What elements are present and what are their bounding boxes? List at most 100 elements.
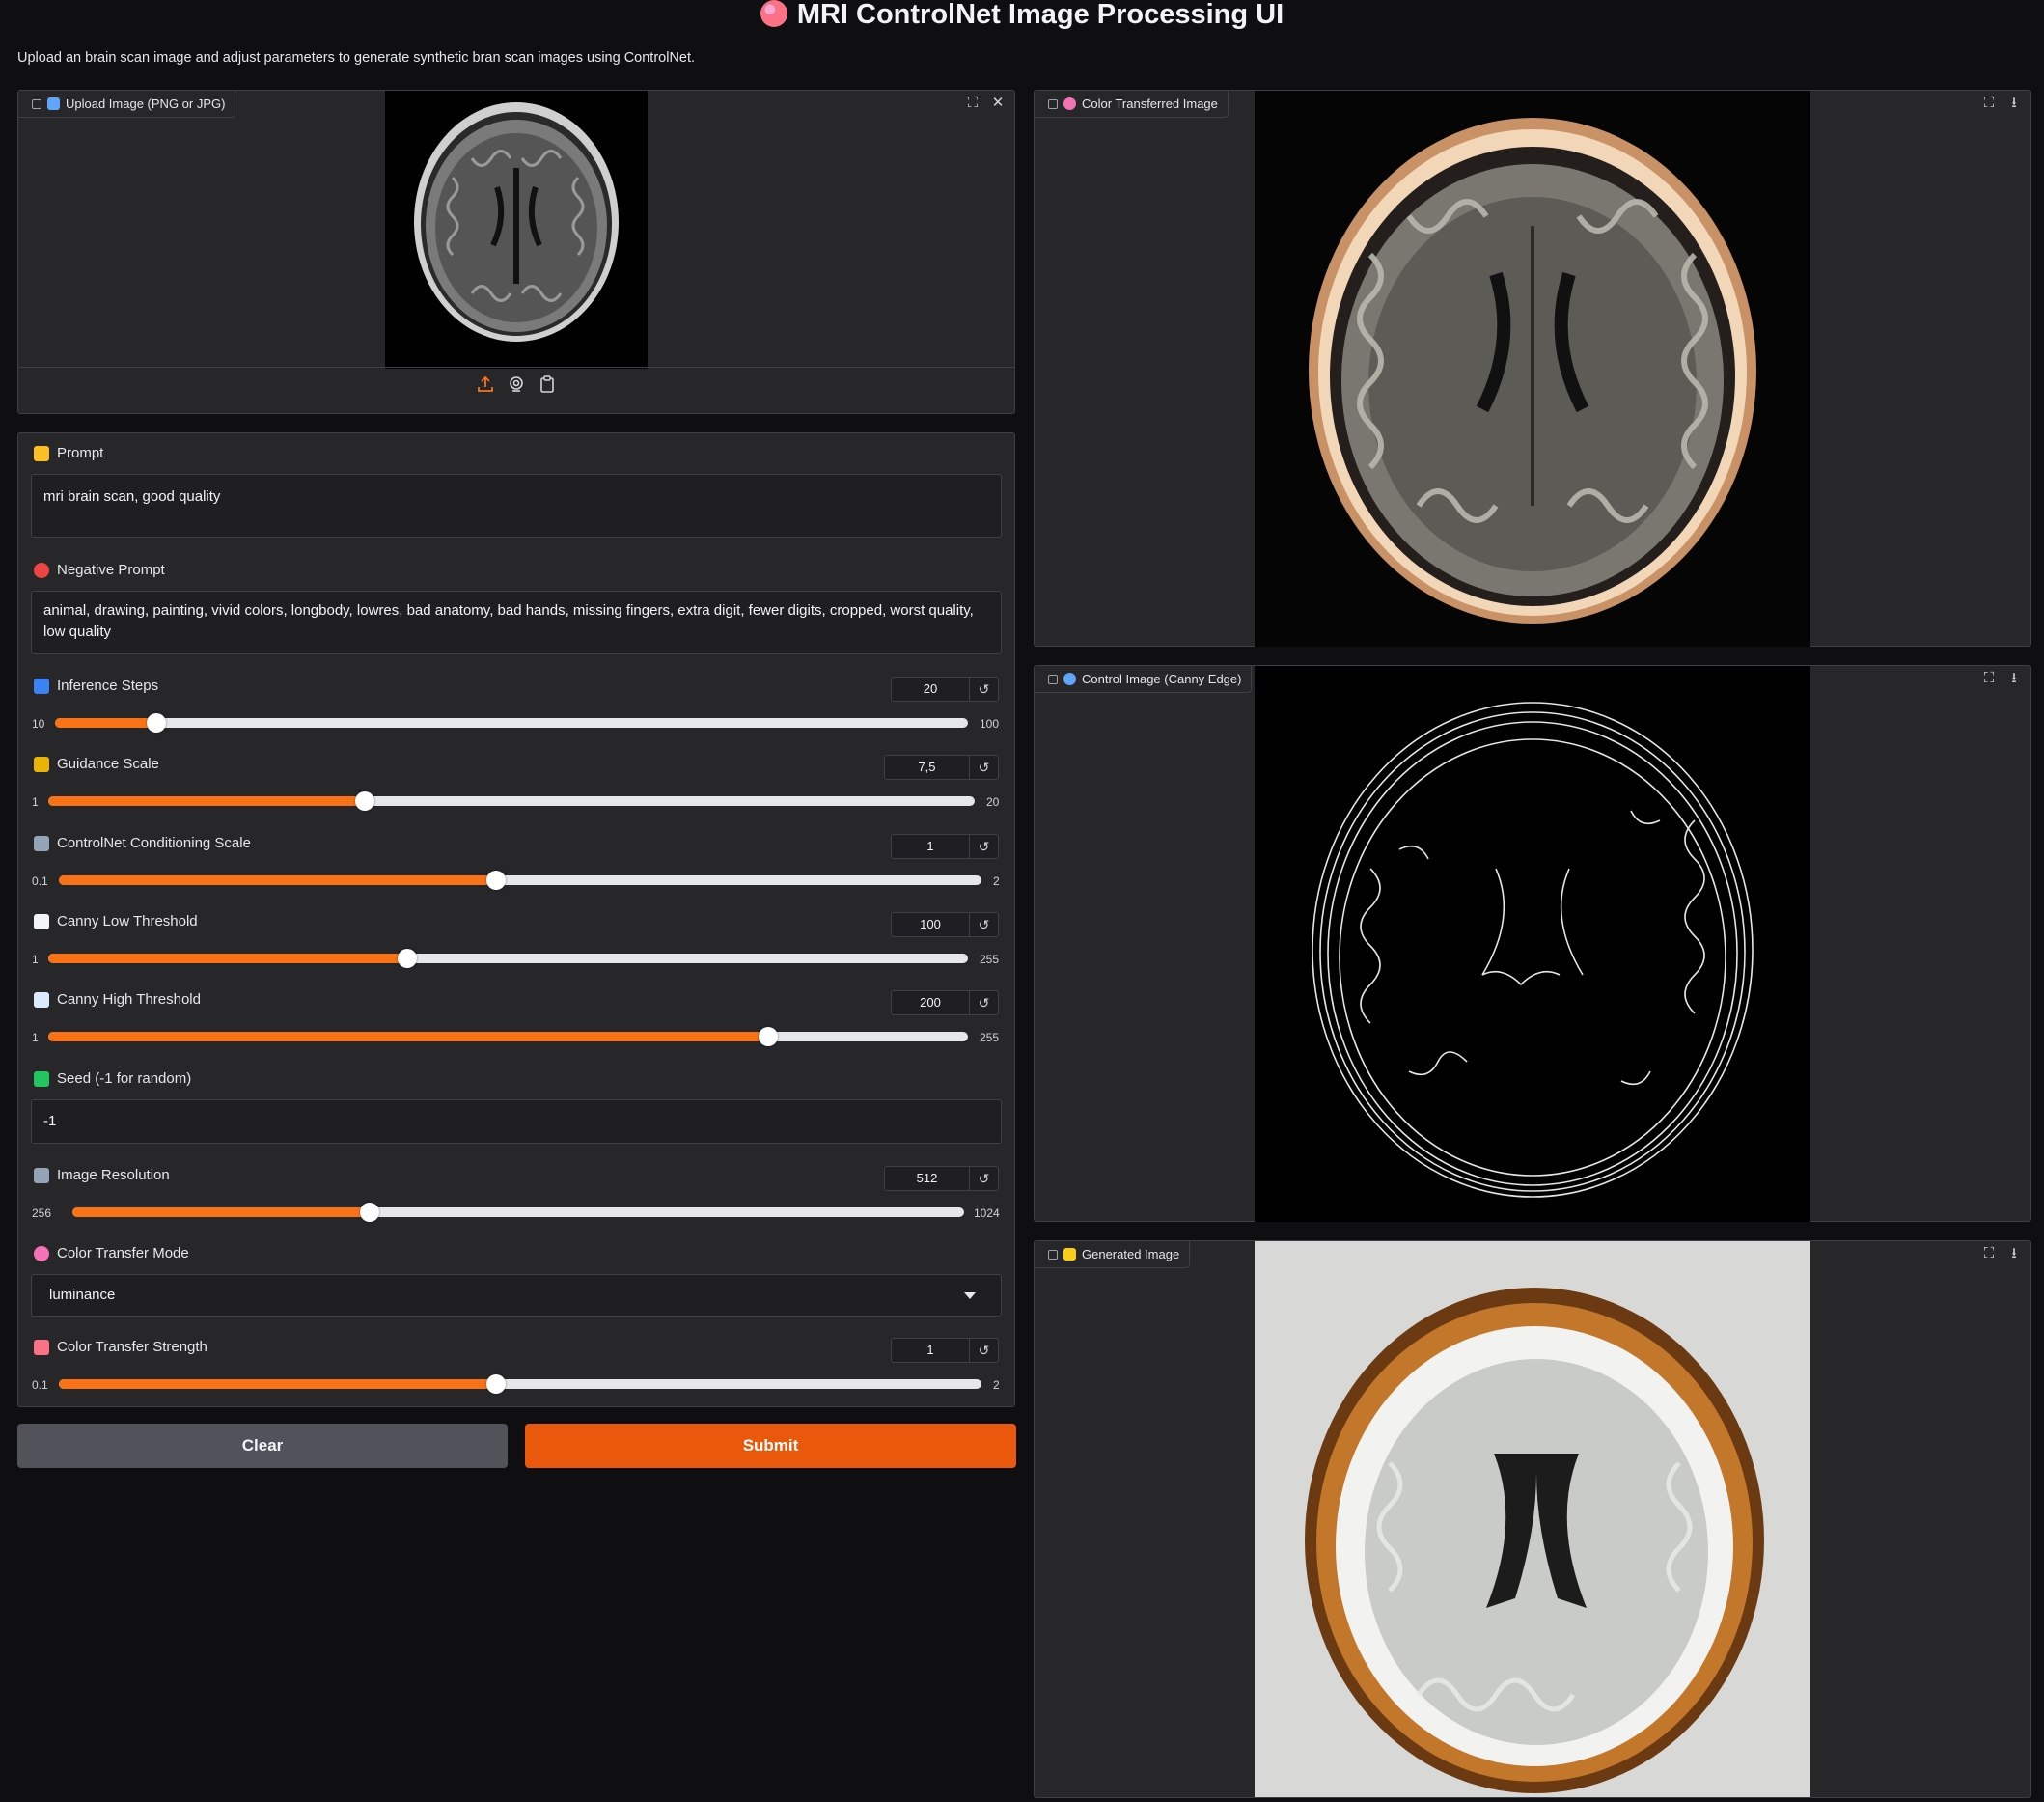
image-resolution-value[interactable]: 512	[885, 1167, 969, 1190]
canny-high-value[interactable]: 200	[892, 991, 969, 1014]
controlnet-scale-max: 2	[993, 874, 1000, 888]
image-resolution-number[interactable]: 512 ↺	[884, 1166, 999, 1191]
writing-hand-icon	[34, 445, 49, 461]
download-icon[interactable]: ⭳	[2005, 95, 2023, 112]
image-resolution-label: Image Resolution	[34, 1167, 170, 1183]
canny-low-label: Canny Low Threshold	[34, 913, 198, 929]
inference-steps-max: 100	[980, 717, 1000, 731]
color-transfer-strength-label-text: Color Transfer Strength	[57, 1339, 207, 1355]
paintbrush-icon	[34, 1339, 49, 1355]
color-transfer-mode-label: Color Transfer Mode	[34, 1245, 189, 1261]
magnifier-icon	[1063, 673, 1076, 685]
controlnet-scale-slider[interactable]	[59, 871, 981, 890]
upload-image-panel[interactable]: Upload Image (PNG or JPG) ⛶ ✕	[17, 90, 1015, 414]
submit-button[interactable]: Submit	[525, 1424, 1016, 1468]
guidance-scale-number[interactable]: 7,5 ↺	[884, 755, 999, 780]
inference-steps-slider-thumb[interactable]	[147, 713, 166, 733]
image-resolution-slider-thumb[interactable]	[359, 1203, 379, 1222]
download-icon[interactable]: ⭳	[2005, 670, 2023, 687]
controlnet-scale-number[interactable]: 1 ↺	[891, 834, 999, 859]
fullscreen-icon[interactable]: ⛶	[1980, 670, 1998, 687]
uploaded-brain-image	[385, 91, 648, 369]
reset-icon[interactable]: ↺	[969, 991, 998, 1014]
reset-icon[interactable]: ↺	[969, 1339, 998, 1362]
canny-low-value[interactable]: 100	[892, 913, 969, 936]
inference-steps-value[interactable]: 20	[892, 678, 969, 701]
canny-low-slider[interactable]	[48, 949, 968, 968]
page-title-text: MRI ControlNet Image Processing UI	[796, 0, 1284, 30]
color-transfer-strength-value[interactable]: 1	[892, 1339, 969, 1362]
guidance-scale-slider-fill	[48, 796, 366, 806]
inference-steps-slider[interactable]	[55, 713, 968, 733]
palette-icon	[760, 0, 787, 27]
reset-icon[interactable]: ↺	[969, 756, 998, 779]
clipboard-icon[interactable]	[539, 375, 556, 393]
canny-high-slider[interactable]	[48, 1027, 968, 1046]
canny-low-slider-fill	[48, 954, 407, 963]
image-resolution-min: 256	[32, 1206, 52, 1220]
seed-label: Seed (-1 for random)	[34, 1070, 191, 1087]
color-transfer-strength-slider-fill	[59, 1379, 497, 1389]
guidance-scale-value[interactable]: 7,5	[885, 756, 969, 779]
inference-steps-number[interactable]: 20 ↺	[891, 677, 999, 702]
fullscreen-icon[interactable]: ⛶	[1980, 1245, 1998, 1262]
image-resolution-slider[interactable]	[72, 1203, 964, 1222]
color-transfer-strength-max: 2	[993, 1378, 1000, 1392]
canny-high-slider-thumb[interactable]	[759, 1027, 779, 1046]
reset-icon[interactable]: ↺	[969, 1167, 998, 1190]
clear-button[interactable]: Clear	[17, 1424, 508, 1468]
close-icon[interactable]: ✕	[989, 95, 1007, 112]
guidance-scale-min: 1	[32, 795, 39, 809]
negative-prompt-input[interactable]: animal, drawing, painting, vivid colors,…	[31, 591, 1002, 654]
numbers-icon	[34, 678, 49, 694]
image-resolution-max: 1024	[974, 1206, 1000, 1220]
color-transfer-strength-slider-thumb[interactable]	[486, 1374, 507, 1394]
reset-icon[interactable]: ↺	[969, 913, 998, 936]
guidance-scale-label-text: Guidance Scale	[57, 756, 159, 772]
seed-label-text: Seed (-1 for random)	[57, 1070, 192, 1087]
seedling-icon	[34, 1070, 49, 1087]
image-resolution-label-text: Image Resolution	[57, 1167, 170, 1183]
generated-image-panel: Generated Image ⛶ ⭳	[1034, 1240, 2031, 1798]
chevron-down-icon[interactable]	[964, 1292, 976, 1299]
seed-input[interactable]: -1	[31, 1099, 1002, 1144]
canny-high-label: Canny High Threshold	[34, 991, 201, 1008]
canny-low-slider-thumb[interactable]	[397, 949, 417, 968]
inference-steps-label-text: Inference Steps	[57, 678, 159, 694]
webcam-icon[interactable]	[508, 375, 525, 393]
controlnet-scale-value[interactable]: 1	[892, 835, 969, 858]
upload-divider	[18, 367, 1014, 368]
control-image-label: Control Image (Canny Edge)	[1035, 666, 1253, 693]
generated-brain-image	[1255, 1241, 1810, 1797]
triangular-ruler-icon	[34, 1167, 49, 1183]
guidance-scale-max: 20	[986, 795, 1000, 809]
fullscreen-icon[interactable]: ⛶	[964, 95, 981, 112]
color-transfer-mode-select[interactable]: luminance	[31, 1274, 1002, 1317]
canny-high-min: 1	[32, 1031, 39, 1044]
chart-decreasing-icon	[34, 913, 49, 929]
inference-steps-slider-fill	[55, 718, 156, 728]
chart-increasing-icon	[34, 991, 49, 1008]
fullscreen-icon[interactable]: ⛶	[1980, 95, 1998, 112]
reset-icon[interactable]: ↺	[969, 835, 998, 858]
download-icon[interactable]: ⭳	[2005, 1245, 2023, 1262]
color-transfer-strength-slider[interactable]	[59, 1374, 981, 1394]
inference-steps-label: Inference Steps	[34, 678, 158, 694]
prompt-input[interactable]: mri brain scan, good quality	[31, 474, 1002, 538]
canny-high-number[interactable]: 200 ↺	[891, 990, 999, 1015]
canny-low-number[interactable]: 100 ↺	[891, 912, 999, 937]
controlnet-scale-min: 0.1	[32, 874, 48, 888]
canny-high-max: 255	[980, 1031, 1000, 1044]
upload-icon[interactable]	[477, 375, 494, 393]
guidance-scale-slider[interactable]	[48, 791, 975, 811]
controlnet-scale-slider-thumb[interactable]	[486, 871, 507, 890]
guidance-scale-slider-thumb[interactable]	[355, 791, 375, 811]
prompt-label-text: Prompt	[57, 445, 104, 461]
upload-image-label-text: Upload Image (PNG or JPG)	[66, 97, 226, 111]
canny-low-min: 1	[32, 953, 39, 966]
color-transferred-label-text: Color Transferred Image	[1082, 97, 1218, 111]
generated-image-label-text: Generated Image	[1082, 1247, 1180, 1261]
reset-icon[interactable]: ↺	[969, 678, 998, 701]
balance-scale-icon	[34, 756, 49, 772]
color-transfer-strength-number[interactable]: 1 ↺	[891, 1338, 999, 1363]
